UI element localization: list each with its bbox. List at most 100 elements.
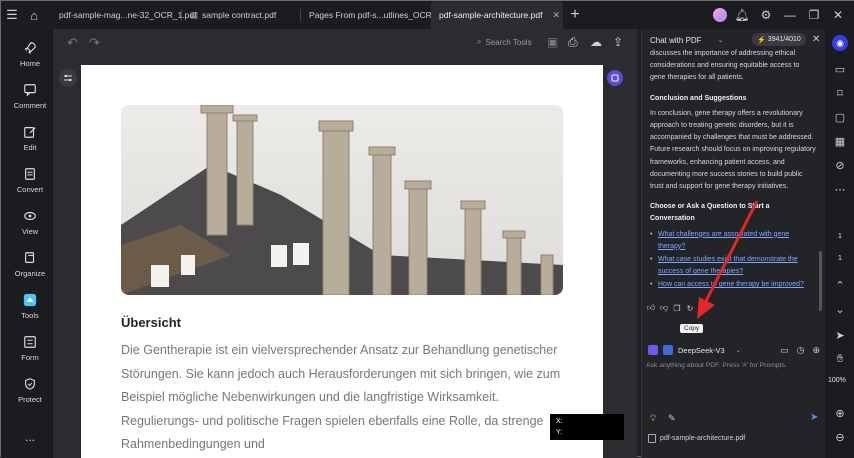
zoom-out-icon[interactable]: ⊖ [833, 431, 847, 445]
page-paragraph: Die Gentherapie ist ein vielversprechend… [121, 343, 561, 451]
chevron-down-icon[interactable]: ⌄ [833, 303, 847, 317]
cursor-icon[interactable]: ➤ [833, 329, 847, 343]
sidebar-item-view[interactable]: View [1, 201, 59, 243]
architecture-photo [121, 105, 563, 295]
lightning-icon: ⚡ [757, 36, 766, 44]
tab-1[interactable]: pdf-sample-mag...ne-32_OCR_1.pdf [51, 1, 197, 29]
cloud-upload-icon[interactable]: ☁ [590, 35, 602, 49]
filter-settings-icon[interactable] [59, 69, 77, 87]
sidebar-item-label: Protect [18, 394, 42, 404]
close-chat-icon[interactable]: ✕ [812, 34, 820, 45]
suggested-questions: What challenges are associated with gene… [650, 229, 816, 292]
avatar[interactable] [713, 8, 727, 22]
sidebar-item-label: View [21, 226, 39, 236]
tab-3[interactable]: Pages From pdf-s...utlines_OCR.pdf [301, 1, 446, 29]
print-icon[interactable]: ⎙ [568, 35, 578, 50]
attachment-icon[interactable]: ⊘ [833, 159, 847, 173]
restore-icon[interactable]: ❐ [805, 8, 823, 22]
ai-assistant-icon[interactable] [607, 70, 623, 86]
list-item: What case studies exist that demonstrate… [650, 254, 816, 278]
bookmark-icon[interactable]: ⌑ [833, 87, 847, 101]
sidebar-item-tools[interactable]: Tools [1, 285, 59, 327]
zoom-in-icon[interactable]: ⊕ [833, 407, 847, 421]
pdf-icon: ▤ [190, 9, 199, 20]
tab-4-active[interactable]: pdf-sample-architecture.pdf ✕ [431, 1, 563, 29]
tab-label: pdf-sample-mag...ne-32_OCR_1.pdf [59, 10, 197, 20]
new-tab-button[interactable]: + [563, 6, 587, 24]
thumbs-down-icon[interactable]: 👎︎ [659, 303, 669, 313]
close-window-icon[interactable]: ✕ [829, 8, 847, 22]
menu-icon[interactable]: ☰ [1, 1, 23, 29]
model-name[interactable]: DeepSeek-V3 [678, 346, 725, 355]
undo-icon[interactable]: ↶ [67, 35, 78, 51]
send-icon[interactable]: ➤ [810, 412, 818, 423]
gear-icon[interactable]: ⚙ [757, 8, 775, 22]
regenerate-icon[interactable]: ↻ [685, 303, 695, 313]
sidebar-item-label: Comment [13, 100, 47, 110]
copy-icon[interactable]: ❐ [672, 303, 682, 313]
left-sidebar: Home Comment Edit Convert View Organize … [1, 29, 59, 458]
file-name: pdf-sample-architecture.pdf [660, 435, 746, 442]
credit-badge[interactable]: ⚡ 3941/4010 [752, 33, 806, 46]
search-tools-label: Search Tools [485, 37, 532, 47]
x-label: X: [556, 418, 563, 425]
sidebar-item-edit[interactable]: Edit [1, 117, 59, 159]
sidebar-item-organize[interactable]: Organize [1, 243, 59, 285]
redo-icon[interactable]: ↷ [89, 35, 100, 51]
sidebar-item-comment[interactable]: Comment [1, 75, 59, 117]
sidebar-item-form[interactable]: Form [1, 327, 59, 369]
chat-title[interactable]: Chat with PDF [650, 36, 702, 45]
tab-2[interactable]: ▤ sample contract.pdf [182, 1, 300, 29]
current-page[interactable]: 1 [832, 229, 848, 245]
rocket-icon [23, 41, 37, 55]
search-tools[interactable]: ⌕ Search Tools [477, 37, 532, 47]
chevron-down-icon[interactable]: ⌄ [718, 36, 724, 44]
suggested-question-link[interactable]: What case studies exist that demonstrate… [658, 256, 798, 275]
bell-icon[interactable]: 🔔︎ [733, 8, 751, 22]
convert-icon [23, 167, 37, 181]
page-heading: Übersicht [121, 315, 181, 330]
hand-icon[interactable]: ✋︎ [833, 353, 847, 367]
document-toolbar: ↶ ↷ ⌕ Search Tools ▣ ⎙ ☁ ⇪ [53, 29, 637, 57]
sidebar-item-convert[interactable]: Convert [1, 159, 59, 201]
chat-input[interactable]: Ask anything about PDF. Press '#' for Pr… [646, 362, 820, 369]
chat-response: discusses the importance of addressing e… [650, 48, 816, 293]
ai-icon[interactable]: ◉ [832, 35, 848, 51]
suggested-question-link[interactable]: What challenges are associated with gene… [658, 231, 789, 250]
form-icon [23, 335, 37, 349]
thumbs-up-icon[interactable]: 👍︎ [646, 303, 656, 313]
chevron-down-icon[interactable]: ⌄ [736, 347, 741, 354]
chevron-up-icon[interactable]: ⌃ [833, 279, 847, 293]
save-icon[interactable]: ▣ [547, 35, 558, 49]
more-icon[interactable]: ... [1, 430, 59, 444]
sidebar-item-protect[interactable]: Protect [1, 369, 59, 411]
organize-icon [23, 251, 37, 265]
search-icon: ⌕ [477, 37, 482, 46]
suggested-question-link[interactable]: How can access to gene therapy be improv… [658, 281, 804, 288]
list-item: How can access to gene therapy be improv… [650, 279, 816, 291]
clock-icon[interactable]: ◷ [797, 345, 805, 356]
close-tab-icon[interactable]: ✕ [552, 10, 560, 21]
zoom-level[interactable]: 100% [828, 377, 846, 384]
sidebar-item-label: Home [19, 58, 40, 68]
minimize-icon[interactable]: — [781, 8, 799, 22]
more-options-icon[interactable]: ⋯ [833, 183, 847, 197]
chat-history-icon[interactable]: ▭ [780, 345, 789, 356]
panel-icon[interactable]: ▭ [833, 63, 847, 77]
comment-panel-icon[interactable]: ▢ [833, 111, 847, 125]
chat-scrollbar[interactable] [819, 251, 822, 311]
sidebar-item-home[interactable]: Home [1, 33, 59, 75]
file-icon [648, 434, 656, 443]
attach-icon[interactable]: ✎ [668, 413, 676, 424]
conclusion-heading: Conclusion and Suggestions [650, 94, 747, 102]
lightbulb-icon[interactable]: 💡︎ [650, 413, 656, 424]
chat-panel: Chat with PDF ⌄ ⚡ 3941/4010 ✕ discusses … [641, 29, 825, 458]
tab-label: Pages From pdf-s...utlines_OCR.pdf [309, 10, 447, 20]
response-intro: discusses the importance of addressing e… [650, 50, 800, 82]
share-icon[interactable]: ⇪ [613, 35, 623, 49]
y-label: Y: [556, 429, 563, 436]
thumbnails-icon[interactable]: ▦ [833, 135, 847, 149]
home-icon[interactable]: ⌂ [23, 1, 45, 29]
export-icon[interactable]: ▤ [698, 303, 708, 313]
add-chat-icon[interactable]: ⊕ [812, 345, 820, 356]
